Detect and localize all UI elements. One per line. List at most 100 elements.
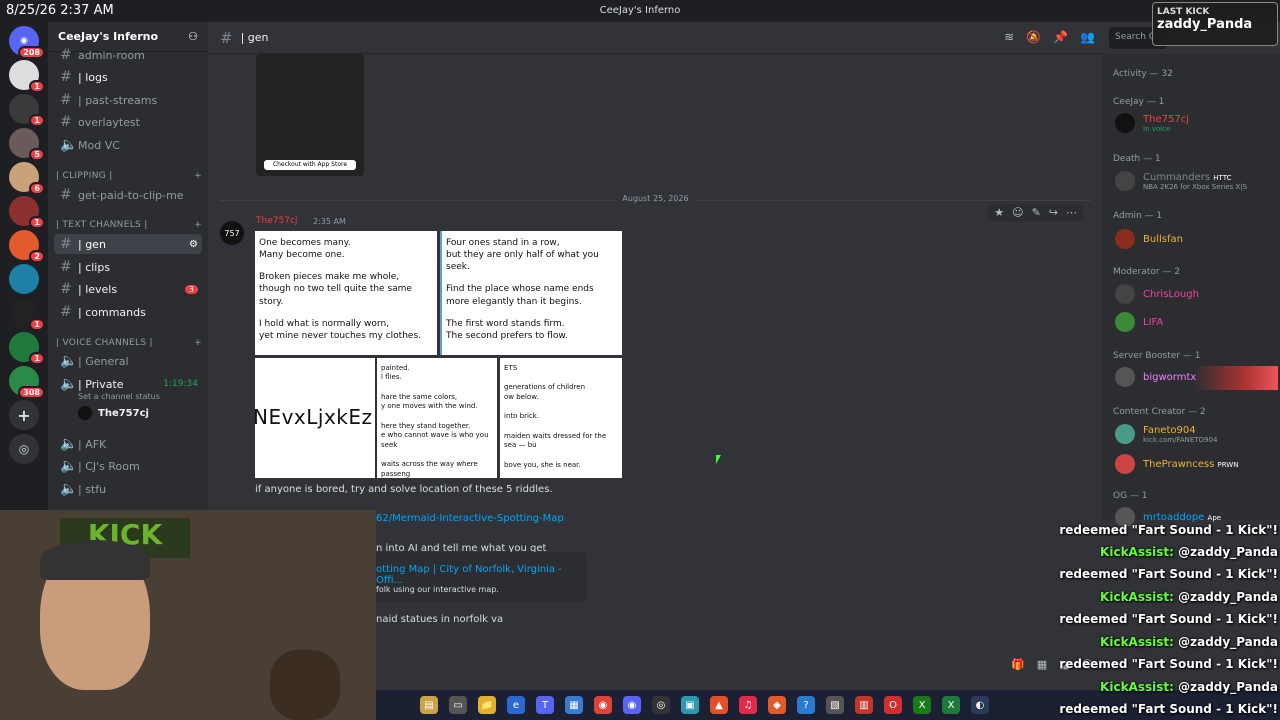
server-icon[interactable]: 1 [9, 196, 45, 229]
channel-get-paid-to-clip-me[interactable]: # get-paid-to-clip-me [54, 185, 202, 205]
edge-icon[interactable]: e [507, 696, 525, 714]
role-header: Death — 1 [1113, 154, 1161, 164]
forward-icon[interactable]: ↪ [1049, 206, 1058, 219]
home-button[interactable]: ◉ 208 [9, 26, 45, 59]
steam-icon[interactable]: ◐ [971, 696, 989, 714]
activity-header[interactable]: Activity — 32 [1113, 69, 1173, 79]
excel-icon[interactable]: X [942, 696, 960, 714]
server-icon[interactable]: 1 [9, 298, 45, 331]
app-icon[interactable]: ▥ [855, 696, 873, 714]
plus-icon[interactable]: + [194, 171, 202, 181]
brave-icon[interactable]: ▲ [710, 696, 728, 714]
link-embed[interactable]: otting Map | City of Norfolk, Virginia -… [372, 552, 587, 602]
voice-user[interactable]: The757cj [78, 406, 149, 420]
server-icon[interactable]: 1 [9, 60, 45, 93]
message-composer[interactable]: 🎁 ▦ ◪ ☺ [376, 648, 1103, 680]
app-icon[interactable]: ◆ [768, 696, 786, 714]
task-view-icon[interactable]: ▭ [449, 696, 467, 714]
obs-icon[interactable]: ◎ [652, 696, 670, 714]
opera-icon[interactable]: O [884, 696, 902, 714]
member-name: Cummanders [1143, 171, 1211, 183]
channel-commands[interactable]: # | commands [54, 302, 202, 322]
message-author[interactable]: The757cj [256, 216, 297, 226]
member-list-icon[interactable]: 👥 [1080, 30, 1095, 44]
reaction-icon[interactable]: ★ [994, 206, 1004, 219]
channel-mod-vc[interactable]: 🔈 Mod VC [54, 135, 202, 155]
channel-overlaytest[interactable]: # overlaytest [54, 112, 202, 132]
embed-title[interactable]: otting Map | City of Norfolk, Virginia -… [376, 564, 587, 586]
channel-status-prompt[interactable]: Set a channel status [78, 392, 160, 401]
channel-gen[interactable]: # | gen ⚙ [54, 234, 202, 254]
xbox-icon[interactable]: X [913, 696, 931, 714]
hash-icon: # [60, 69, 72, 85]
channel-admin-room[interactable]: # admin-room [54, 45, 202, 65]
channel-levels[interactable]: # | levels 3 [54, 279, 202, 299]
widgets-icon[interactable]: ▤ [420, 696, 438, 714]
riddle-image-5[interactable]: ETS generations of children ow below. int… [500, 358, 622, 478]
member-item[interactable]: bigwormtx [1115, 367, 1196, 387]
plus-icon[interactable]: + [194, 338, 202, 348]
channel-title: | gen [240, 31, 269, 44]
channel-logs[interactable]: # | logs [54, 67, 202, 87]
mention-badge: 2 [29, 250, 45, 263]
help-icon[interactable]: ? [797, 696, 815, 714]
pin-icon[interactable]: 📌 [1053, 30, 1068, 44]
member-item[interactable]: LIFA [1115, 312, 1163, 332]
member-item[interactable]: ChrisLough [1115, 284, 1199, 304]
channel-stfu[interactable]: 🔈 | stfu [54, 479, 202, 499]
server-icon[interactable]: 308 [9, 366, 45, 399]
channel-clips[interactable]: # | clips [54, 257, 202, 277]
more-icon[interactable]: ⋯ [1066, 206, 1077, 219]
server-icon[interactable]: 1 [9, 94, 45, 127]
last-kick-widget: LAST KICK zaddy_Panda [1152, 2, 1278, 46]
edit-icon[interactable]: ✎ [1032, 206, 1041, 219]
channel-general-voice[interactable]: 🔈 | General [54, 351, 202, 371]
member-item[interactable]: Cummanders HTTC NBA 2K26 for Xbox Series … [1115, 171, 1247, 191]
member-name: ChrisLough [1143, 288, 1199, 300]
riddle-image-1[interactable]: One becomes many. Many become one. Broken… [255, 231, 437, 355]
member-item[interactable]: Faneto904 kick.com/FANETO904 [1115, 424, 1217, 444]
app-icon[interactable]: ▣ [681, 696, 699, 714]
app-icon[interactable]: ▧ [826, 696, 844, 714]
plus-icon[interactable]: + [194, 220, 202, 230]
member-tag: HTTC [1213, 173, 1232, 182]
channel-cjs-room[interactable]: 🔈 | CJ's Room [54, 456, 202, 476]
server-icon[interactable] [9, 264, 39, 294]
riddle-image-3[interactable]: NEvxLjxkEz [255, 358, 375, 478]
category-clipping[interactable]: | CLIPPING | + [56, 171, 202, 181]
mute-icon[interactable]: 🔕 [1026, 30, 1041, 44]
gift-icon[interactable]: 🎁 [1011, 658, 1025, 671]
riddle-image-2[interactable]: Four ones stand in a row, but they are on… [440, 231, 622, 355]
channel-afk[interactable]: 🔈 | AFK [54, 434, 202, 454]
message-link[interactable]: 62/Mermaid-Interactive-Spotting-Map [376, 513, 564, 524]
server-icon[interactable]: 6 [9, 162, 45, 195]
store-icon[interactable]: ▦ [565, 696, 583, 714]
member-item[interactable]: The757cj In voice [1115, 113, 1189, 133]
explore-button[interactable]: ◎ [9, 434, 39, 464]
member-item[interactable]: ThePrawncess PRWN [1115, 454, 1238, 474]
gif-icon[interactable]: ▦ [1037, 658, 1047, 671]
category-voice-channels[interactable]: | VOICE CHANNELS | + [56, 338, 202, 348]
riddle-image-4[interactable]: painted. l flies. hare the same colors, y … [377, 358, 497, 478]
channel-past-streams[interactable]: # | past-streams [54, 90, 202, 110]
add-member-icon[interactable]: ⚇ [188, 30, 198, 43]
teams-icon[interactable]: T [536, 696, 554, 714]
avatar[interactable]: 757 [220, 221, 244, 245]
server-icon[interactable]: 1 [9, 332, 45, 365]
threads-icon[interactable]: ≋ [1004, 30, 1014, 44]
chrome-icon[interactable]: ◉ [594, 696, 612, 714]
channel-label: | CJ's Room [78, 459, 140, 473]
member-item[interactable]: Bullsfan [1115, 229, 1183, 249]
folder-icon[interactable]: 📁 [478, 696, 496, 714]
hash-icon: # [60, 114, 72, 130]
server-icon[interactable]: 2 [9, 230, 45, 263]
attachment-image[interactable]: Checkout with App Store [256, 54, 364, 176]
category-text-channels[interactable]: | TEXT CHANNELS | + [56, 220, 202, 230]
music-icon[interactable]: ♫ [739, 696, 757, 714]
channel-private-voice[interactable]: 🔈 | Private 1:19:34 [54, 374, 202, 394]
emoji-icon[interactable]: ☺ [1012, 206, 1023, 219]
server-icon[interactable]: 5 [9, 128, 45, 161]
add-server-button[interactable]: + [9, 400, 39, 430]
gear-icon[interactable]: ⚙ [189, 239, 198, 250]
discord-icon[interactable]: ◉ [623, 696, 641, 714]
